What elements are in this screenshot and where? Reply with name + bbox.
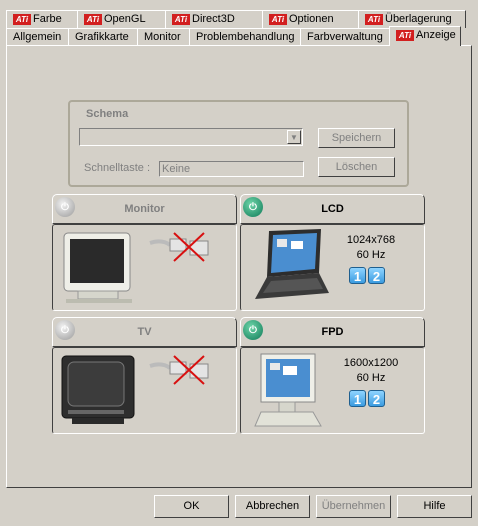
ati-logo-icon: ATi: [13, 13, 31, 25]
monitor-device-button[interactable]: ⏻ Monitor: [52, 194, 237, 224]
tab-allgemein[interactable]: Allgemein: [6, 28, 69, 46]
help-button[interactable]: Hilfe: [397, 495, 472, 518]
crt-monitor-icon: [63, 232, 132, 303]
tab-label: Überlagerung: [385, 13, 452, 25]
power-toggle-icon[interactable]: ⏻: [243, 320, 263, 340]
fpd-label: FPD: [321, 326, 344, 338]
tab-label: OpenGL: [104, 13, 146, 25]
delete-button[interactable]: Löschen: [318, 157, 395, 177]
display-2-button[interactable]: 2: [368, 267, 385, 284]
apply-button[interactable]: Übernehmen: [316, 495, 391, 518]
tab-label: Direct3D: [192, 13, 235, 25]
tab-label: Farbverwaltung: [307, 31, 383, 43]
tab-monitor[interactable]: Monitor: [137, 28, 190, 46]
tab-opengl[interactable]: ATi OpenGL: [77, 10, 166, 28]
tab-farbe[interactable]: ATi Farbe: [6, 10, 78, 28]
save-button[interactable]: Speichern: [318, 128, 395, 148]
monitor-device-panel: [52, 224, 237, 311]
tab-optionen[interactable]: ATi Optionen: [262, 10, 359, 28]
ati-logo-icon: ATi: [396, 29, 414, 41]
lcd-label: LCD: [321, 203, 344, 215]
ati-logo-icon: ATi: [365, 13, 383, 25]
flat-panel-monitor-icon: [254, 353, 322, 427]
fpd-resolution: 1600x1200: [343, 357, 399, 369]
laptop-icon: [255, 229, 329, 299]
tab-grafikkarte[interactable]: Grafikkarte: [68, 28, 138, 46]
power-toggle-icon[interactable]: ⏻: [55, 320, 75, 340]
tab-farbverwaltung[interactable]: Farbverwaltung: [300, 28, 390, 46]
cancel-button[interactable]: Abbrechen: [235, 495, 310, 518]
disconnected-cable-icon: [149, 355, 209, 385]
power-toggle-icon[interactable]: ⏻: [243, 197, 263, 217]
fpd-refresh: 60 Hz: [356, 372, 386, 384]
lcd-device-button[interactable]: ⏻ LCD: [240, 194, 425, 224]
tab-direct3d[interactable]: ATi Direct3D: [165, 10, 263, 28]
lcd-display-buttons: 12: [348, 267, 386, 284]
display-1-button[interactable]: 1: [349, 390, 366, 407]
ati-logo-icon: ATi: [172, 13, 190, 25]
hotkey-label: Schnelltaste :: [84, 162, 151, 174]
ati-logo-icon: ATi: [269, 13, 287, 25]
lcd-refresh: 60 Hz: [356, 249, 386, 261]
tv-device-panel: [52, 347, 237, 434]
tab-anzeige[interactable]: ATi Anzeige: [389, 26, 461, 46]
schema-combo[interactable]: ▼: [79, 128, 303, 146]
tv-label: TV: [137, 326, 152, 338]
power-toggle-icon[interactable]: ⏻: [55, 197, 75, 217]
tab-problembehandlung[interactable]: Problembehandlung: [189, 28, 301, 46]
lcd-resolution: 1024x768: [346, 234, 396, 246]
fpd-device-panel: 1600x1200 60 Hz 12: [240, 347, 425, 434]
tab-label: Farbe: [33, 13, 62, 25]
fpd-device-button[interactable]: ⏻ FPD: [240, 317, 425, 347]
tab-label: Allgemein: [13, 31, 62, 43]
tab-label: Monitor: [144, 31, 181, 43]
fpd-display-buttons: 12: [348, 390, 386, 407]
tab-label: Anzeige: [416, 29, 456, 41]
chevron-down-icon[interactable]: ▼: [287, 130, 301, 144]
display-1-button[interactable]: 1: [349, 267, 366, 284]
tab-label: Grafikkarte: [75, 31, 129, 43]
television-icon: [61, 355, 135, 424]
tab-label: Problembehandlung: [196, 31, 295, 43]
hotkey-field[interactable]: Keine: [159, 161, 304, 177]
monitor-label: Monitor: [124, 203, 165, 215]
ati-logo-icon: ATi: [84, 13, 102, 25]
disconnected-cable-icon: [149, 232, 209, 262]
tv-device-button[interactable]: ⏻ TV: [52, 317, 237, 347]
tab-label: Optionen: [289, 13, 334, 25]
schema-title: Schema: [86, 108, 129, 120]
lcd-device-panel: 1024x768 60 Hz 12: [240, 224, 425, 311]
display-2-button[interactable]: 2: [368, 390, 385, 407]
ok-button[interactable]: OK: [154, 495, 229, 518]
